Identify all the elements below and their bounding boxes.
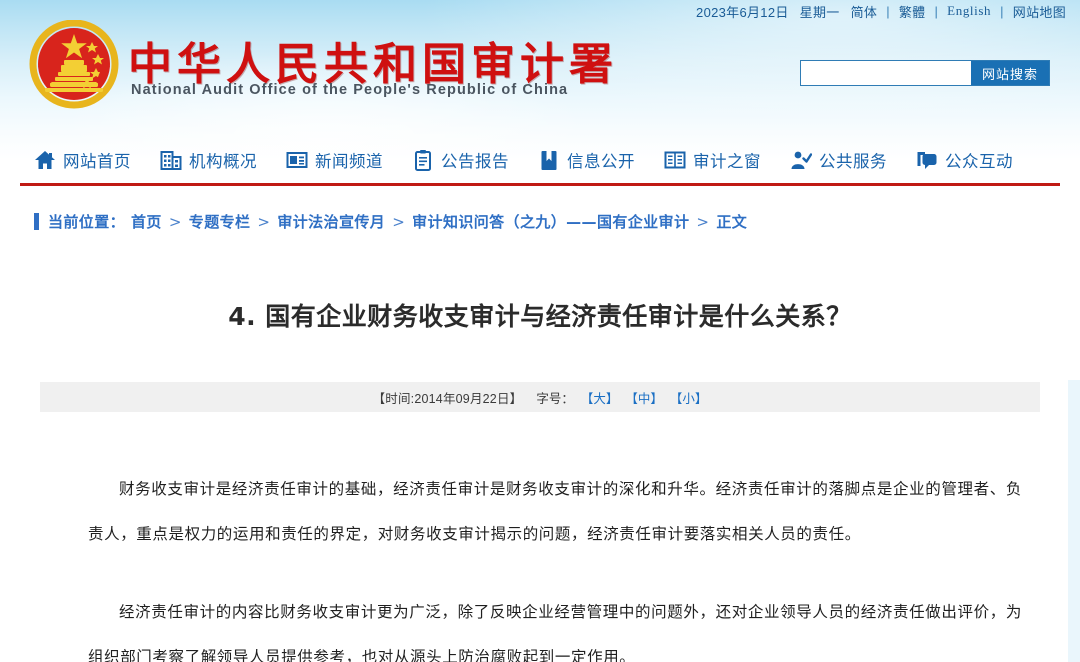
lang-english-link[interactable]: English (947, 3, 991, 19)
site-search[interactable]: 网站搜索 (800, 60, 1050, 86)
topbar-separator: | (1000, 3, 1004, 19)
page-title: 4. 国有企业财务收支审计与经济责任审计是什么关系？ (228, 302, 852, 331)
article: 4. 国有企业财务收支审计与经济责任审计是什么关系？ 【时间:2014年09月2… (0, 297, 1080, 662)
site-header: 2023年6月12日 星期一 简体 | 繁體 | English | 网站地图 (0, 0, 1080, 190)
utility-topbar: 2023年6月12日 星期一 简体 | 繁體 | English | 网站地图 (0, 0, 1080, 22)
publish-time: 【时间:2014年09月22日】 (372, 391, 523, 406)
bookmark-icon (538, 149, 560, 171)
nav-item-label: 网站首页 (63, 152, 131, 171)
fontsize-large-button[interactable]: 【大】 (581, 388, 619, 407)
breadcrumb-current: 正文 (716, 212, 748, 231)
nav-item-label: 机构概况 (189, 152, 257, 171)
open-book-icon (664, 149, 686, 171)
home-icon (34, 149, 56, 171)
breadcrumb: 当前位置： 首页 > 专题专栏 > 审计法治宣传月 > 审计知识问答（之九）——国有企业审计 >… (0, 190, 1080, 234)
national-emblem-icon (28, 20, 120, 112)
main-navigation: 网站首页 机构概况 新闻频道 公告报告 信息公开 审计之窗 公共服务 公众互动 (0, 140, 1080, 180)
site-title-en: National Audit Office of the People's Re… (131, 82, 569, 98)
nav-item-label: 新闻频道 (315, 152, 383, 171)
newspaper-icon (286, 149, 308, 171)
nav-item-label: 公共服务 (819, 152, 887, 171)
nav-item-label: 信息公开 (567, 152, 635, 171)
current-date: 2023年6月12日 (696, 4, 789, 20)
nav-item-public-interaction[interactable]: 公众互动 (916, 148, 1013, 172)
building-icon (160, 149, 182, 171)
page-content: 当前位置： 首页 > 专题专栏 > 审计法治宣传月 > 审计知识问答（之九）——国有企业审计 >… (0, 190, 1080, 662)
nav-item-public-service[interactable]: 公共服务 (790, 148, 887, 172)
clipboard-icon (412, 149, 434, 171)
breadcrumb-link-series[interactable]: 审计知识问答（之九）——国有企业审计 (412, 213, 689, 231)
topbar-separator: | (886, 3, 890, 19)
nav-item-home[interactable]: 网站首页 (34, 148, 131, 172)
nav-item-news[interactable]: 新闻频道 (286, 148, 383, 172)
breadcrumb-separator: > (168, 212, 182, 231)
lang-traditional-link[interactable]: 繁體 (899, 2, 926, 21)
topbar-separator: | (934, 3, 939, 19)
person-check-icon (790, 149, 813, 171)
nav-item-label: 审计之窗 (693, 152, 761, 171)
search-input[interactable] (801, 61, 971, 85)
fontsize-label: 字号： (536, 391, 574, 406)
nav-item-audit-window[interactable]: 审计之窗 (664, 148, 761, 172)
header-divider (20, 183, 1060, 186)
current-weekday: 星期一 (799, 4, 840, 20)
article-paragraph: 财务收支审计是经济责任审计的基础，经济责任审计是财务收支审计的深化和升华。经济责… (88, 480, 1022, 543)
nav-item-announcements[interactable]: 公告报告 (412, 148, 509, 172)
breadcrumb-link-home[interactable]: 首页 (131, 213, 162, 231)
breadcrumb-marker (34, 212, 39, 230)
nav-item-label: 公告报告 (441, 152, 509, 171)
fontsize-medium-button[interactable]: 【中】 (625, 388, 663, 407)
search-button[interactable]: 网站搜索 (971, 61, 1049, 85)
breadcrumb-separator: > (257, 212, 271, 231)
breadcrumb-trail: 当前位置： 首页 > 专题专栏 > 审计法治宣传月 > 审计知识问答（之九）——国有企业审计 >… (48, 211, 747, 232)
chat-bubble-icon (916, 149, 938, 171)
nav-item-organization[interactable]: 机构概况 (160, 148, 257, 172)
nav-item-label: 公众互动 (945, 152, 1013, 171)
fontsize-small-button[interactable]: 【小】 (670, 388, 708, 407)
article-body: 财务收支审计是经济责任审计的基础，经济责任审计是财务收支审计的深化和升华。经济责… (40, 467, 1040, 662)
breadcrumb-link-campaign[interactable]: 审计法治宣传月 (277, 213, 385, 231)
sitemap-link[interactable]: 网站地图 (1013, 2, 1066, 21)
breadcrumb-lead: 当前位置： (48, 212, 126, 231)
right-edge-strip (1068, 380, 1080, 662)
breadcrumb-separator: > (696, 212, 710, 231)
article-paragraph: 经济责任审计的内容比财务收支审计更为广泛，除了反映企业经营管理中的问题外，还对企… (88, 603, 1022, 662)
breadcrumb-link-topics[interactable]: 专题专栏 (189, 213, 251, 231)
lang-simplified-link[interactable]: 简体 (851, 2, 878, 21)
article-meta-bar: 【时间:2014年09月22日】 字号： 【大】 【中】 【小】 (40, 382, 1040, 412)
breadcrumb-separator: > (392, 212, 406, 231)
nav-item-info-disclosure[interactable]: 信息公开 (538, 148, 635, 172)
